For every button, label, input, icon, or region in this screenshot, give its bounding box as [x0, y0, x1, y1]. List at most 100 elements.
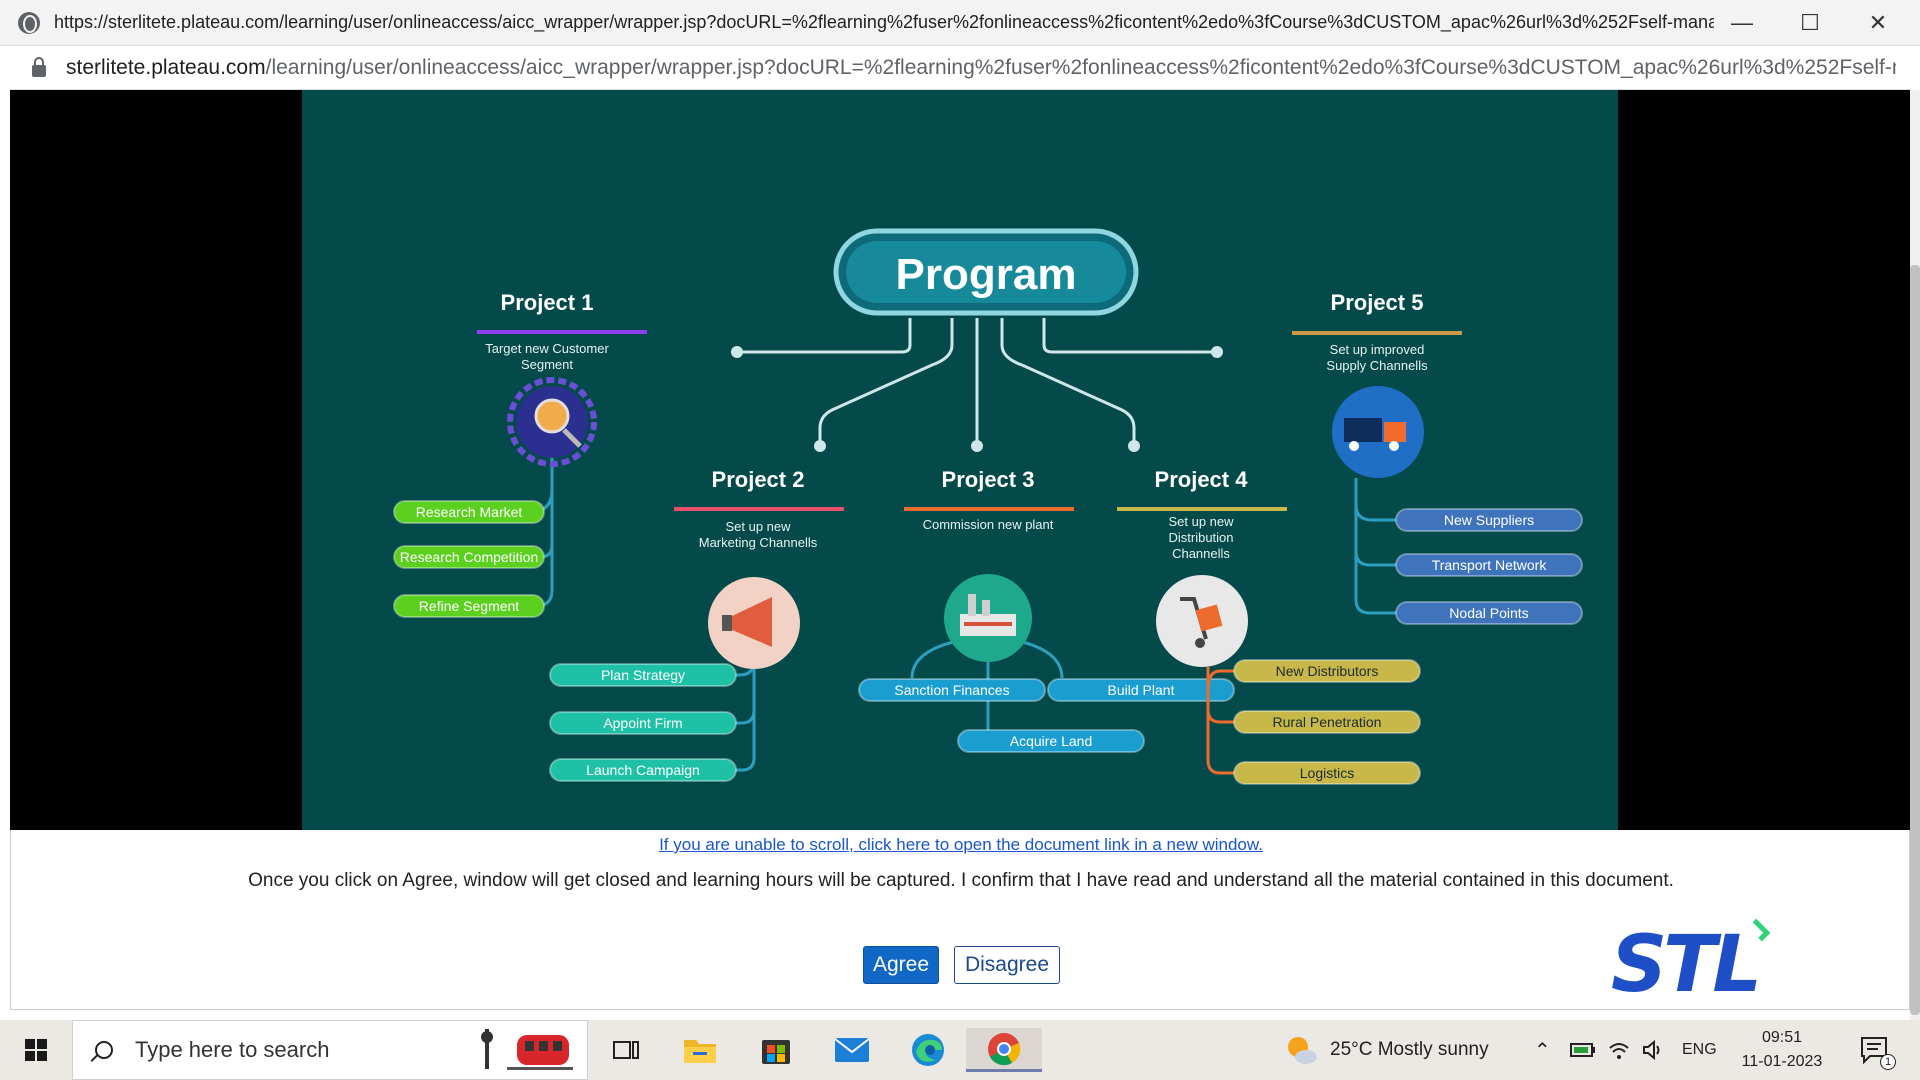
task-pill: Research Competition: [393, 545, 545, 569]
task-pill-label: Research Market: [416, 504, 523, 520]
weather-widget[interactable]: 25°C Mostly sunny: [1284, 1020, 1489, 1080]
project-2-underline: [674, 507, 844, 511]
task-pill: Appoint Firm: [549, 711, 737, 735]
volume-icon[interactable]: [1642, 1020, 1664, 1080]
title-bar: https://sterlitete.plateau.com/learning/…: [0, 0, 1920, 46]
battery-icon[interactable]: [1570, 1020, 1596, 1080]
project-3-underline: [904, 507, 1074, 511]
maximize-button[interactable]: ☐: [1776, 0, 1844, 46]
task-pill-label: New Suppliers: [1444, 512, 1534, 528]
project-5: Project 5 Set up improvedSupply Channells…: [1292, 290, 1583, 625]
agreement-message: Once you click on Agree, window will get…: [248, 870, 1674, 891]
agree-button[interactable]: Agree: [863, 946, 939, 984]
program-diagram: Program Project 1 Target new CustomerSegm…: [393, 228, 1583, 785]
address-host: sterlitete.plateau.com: [66, 55, 266, 79]
task-pill-label: Rural Penetration: [1273, 714, 1382, 730]
project-1: Project 1 Target new CustomerSegment Resea…: [393, 290, 647, 618]
lock-icon: [32, 56, 46, 77]
project-2-subtitle-line: Marketing Channells: [699, 535, 818, 550]
megaphone-icon: [708, 577, 800, 669]
mail-icon[interactable]: [814, 1028, 890, 1072]
address-text[interactable]: sterlitete.plateau.com/learning/user/onl…: [66, 56, 1896, 80]
file-explorer-icon[interactable]: [662, 1028, 738, 1072]
project-4-title: Project 4: [1155, 467, 1249, 492]
project-1-subtitle-line: Segment: [521, 357, 573, 372]
minimize-button[interactable]: —: [1708, 0, 1776, 46]
task-pill-label: Transport Network: [1432, 557, 1548, 573]
sun-cloud-icon: [1288, 1037, 1317, 1064]
project-5-subtitle-line: Supply Channells: [1326, 358, 1428, 373]
project-5-subtitle-line: Set up improved: [1330, 342, 1425, 357]
project-3-subtitle-line: Commission new plant: [923, 517, 1054, 532]
notification-count: 1: [1880, 1054, 1896, 1070]
taskbar: Type here to search 25°C Mostly sunny ⌃: [0, 1020, 1920, 1080]
hand-truck-icon: [1156, 575, 1248, 667]
task-pill-label: New Distributors: [1276, 663, 1379, 679]
project-1-subtitle-line: Target new Customer: [485, 341, 609, 356]
scrollbar-thumb[interactable]: [1910, 265, 1920, 1015]
task-pill: Launch Campaign: [549, 758, 737, 782]
task-pill: Nodal Points: [1395, 601, 1583, 625]
chrome-browser-icon[interactable]: [966, 1028, 1042, 1072]
task-pill-label: Acquire Land: [1010, 733, 1093, 749]
browser-popup-window: https://sterlitete.plateau.com/learning/…: [0, 0, 1920, 1080]
task-pill-label: Build Plant: [1108, 682, 1175, 698]
project-2: Project 2 Set up newMarketing Channells Pl…: [549, 467, 844, 782]
document-viewer[interactable]: Program Project 1 Target new Customer Segm…: [10, 90, 1910, 830]
search-icon: [95, 1041, 113, 1059]
clock-date: 11-01-2023: [1741, 1053, 1823, 1070]
system-clock[interactable]: 09:51 11-01-2023: [1722, 1026, 1842, 1074]
task-pill: Build Plant: [1047, 678, 1235, 702]
task-pill-label: Nodal Points: [1449, 605, 1528, 621]
edge-browser-icon[interactable]: [890, 1028, 966, 1072]
project-4-subtitle-line: Distribution: [1168, 530, 1233, 545]
task-view-icon[interactable]: [588, 1028, 664, 1072]
project-4-underline: [1117, 507, 1287, 511]
project-5-underline: [1292, 331, 1462, 335]
address-bar[interactable]: sterlitete.plateau.com/learning/user/onl…: [10, 46, 1910, 90]
task-pill: New Suppliers: [1395, 508, 1583, 532]
project-4-subtitle-line: Set up new: [1168, 514, 1234, 529]
windows-logo-icon: [25, 1039, 47, 1061]
project-2-title: Project 2: [712, 467, 805, 492]
truck-icon: [1332, 386, 1424, 478]
train-icon: [481, 1029, 573, 1070]
task-pill-label: Plan Strategy: [601, 667, 685, 683]
task-pill-label: Appoint Firm: [603, 715, 682, 731]
wifi-icon[interactable]: [1608, 1020, 1630, 1080]
start-button[interactable]: [0, 1020, 72, 1080]
task-pill: Acquire Land: [957, 729, 1145, 753]
task-pill: Plan Strategy: [549, 663, 737, 687]
disagree-button[interactable]: Disagree: [954, 946, 1060, 984]
search-placeholder: Type here to search: [135, 1037, 330, 1062]
task-pill-label: Logistics: [1300, 765, 1354, 781]
task-pill: New Distributors: [1233, 659, 1421, 683]
factory-icon: [944, 574, 1032, 662]
open-document-link[interactable]: If you are unable to scroll, click here …: [11, 835, 1911, 855]
program-title: Program: [896, 250, 1077, 299]
clock-time: 09:51: [1761, 1029, 1803, 1046]
taskbar-search[interactable]: Type here to search: [72, 1020, 588, 1080]
language-indicator[interactable]: ENG: [1682, 1020, 1717, 1080]
task-pill: Rural Penetration: [1233, 710, 1421, 734]
close-button[interactable]: ✕: [1844, 0, 1912, 46]
task-pill-label: Research Competition: [400, 549, 539, 565]
address-path: /learning/user/onlineaccess/aicc_wrapper…: [265, 55, 1896, 79]
notifications-button[interactable]: 1: [1860, 1020, 1896, 1080]
project-1-underline: [477, 330, 647, 334]
project-1-branches: [514, 458, 554, 608]
project-1-title: Project 1: [501, 290, 594, 315]
task-pill-label: Launch Campaign: [586, 762, 700, 778]
project-5-title: Project 5: [1331, 290, 1424, 315]
program-connectors: [737, 318, 1217, 446]
show-hidden-icons-button[interactable]: ⌃: [1534, 1020, 1551, 1080]
project-4: Project 4 Set up newDistributionChannells…: [1117, 467, 1421, 785]
microsoft-store-icon[interactable]: [738, 1028, 814, 1072]
task-pill-label: Sanction Finances: [894, 682, 1009, 698]
program-diagram-slide: Program Project 1 Target new Customer Segm…: [302, 90, 1618, 830]
task-pill: Sanction Finances: [858, 678, 1046, 702]
weather-text: 25°C Mostly sunny: [1330, 1039, 1489, 1060]
task-pill: Research Market: [393, 500, 545, 524]
stl-logo: STL: [1611, 918, 1771, 1004]
task-pill: Refine Segment: [393, 594, 545, 618]
